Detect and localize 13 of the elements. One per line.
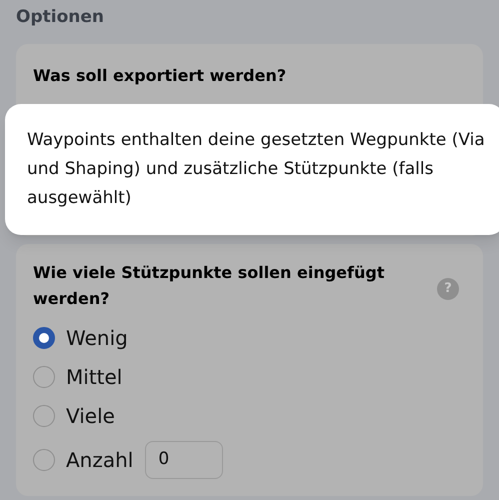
option-label: Anzahl (66, 446, 134, 474)
tooltip: Waypoints enthalten deine gesetzten Wegpunkte (Via und Shaping) und zusätzliche Stützpunkte (falls ausgewählt) (5, 104, 499, 235)
option-label: Viele (66, 402, 115, 430)
card-title: Was soll exportiert werden? (33, 65, 288, 87)
radio-button[interactable] (33, 366, 55, 388)
radio-button[interactable] (33, 326, 55, 348)
count-field[interactable]: 0 (145, 440, 224, 478)
option-label: Mittel (66, 364, 122, 390)
section-title: Optionen (16, 6, 105, 29)
card-title: Wie viele Stützpunkte sollen eingefügt werden? (33, 262, 386, 310)
option-label: Wenig (66, 324, 128, 352)
radio-button[interactable] (33, 404, 55, 426)
radio-button[interactable] (33, 448, 55, 470)
